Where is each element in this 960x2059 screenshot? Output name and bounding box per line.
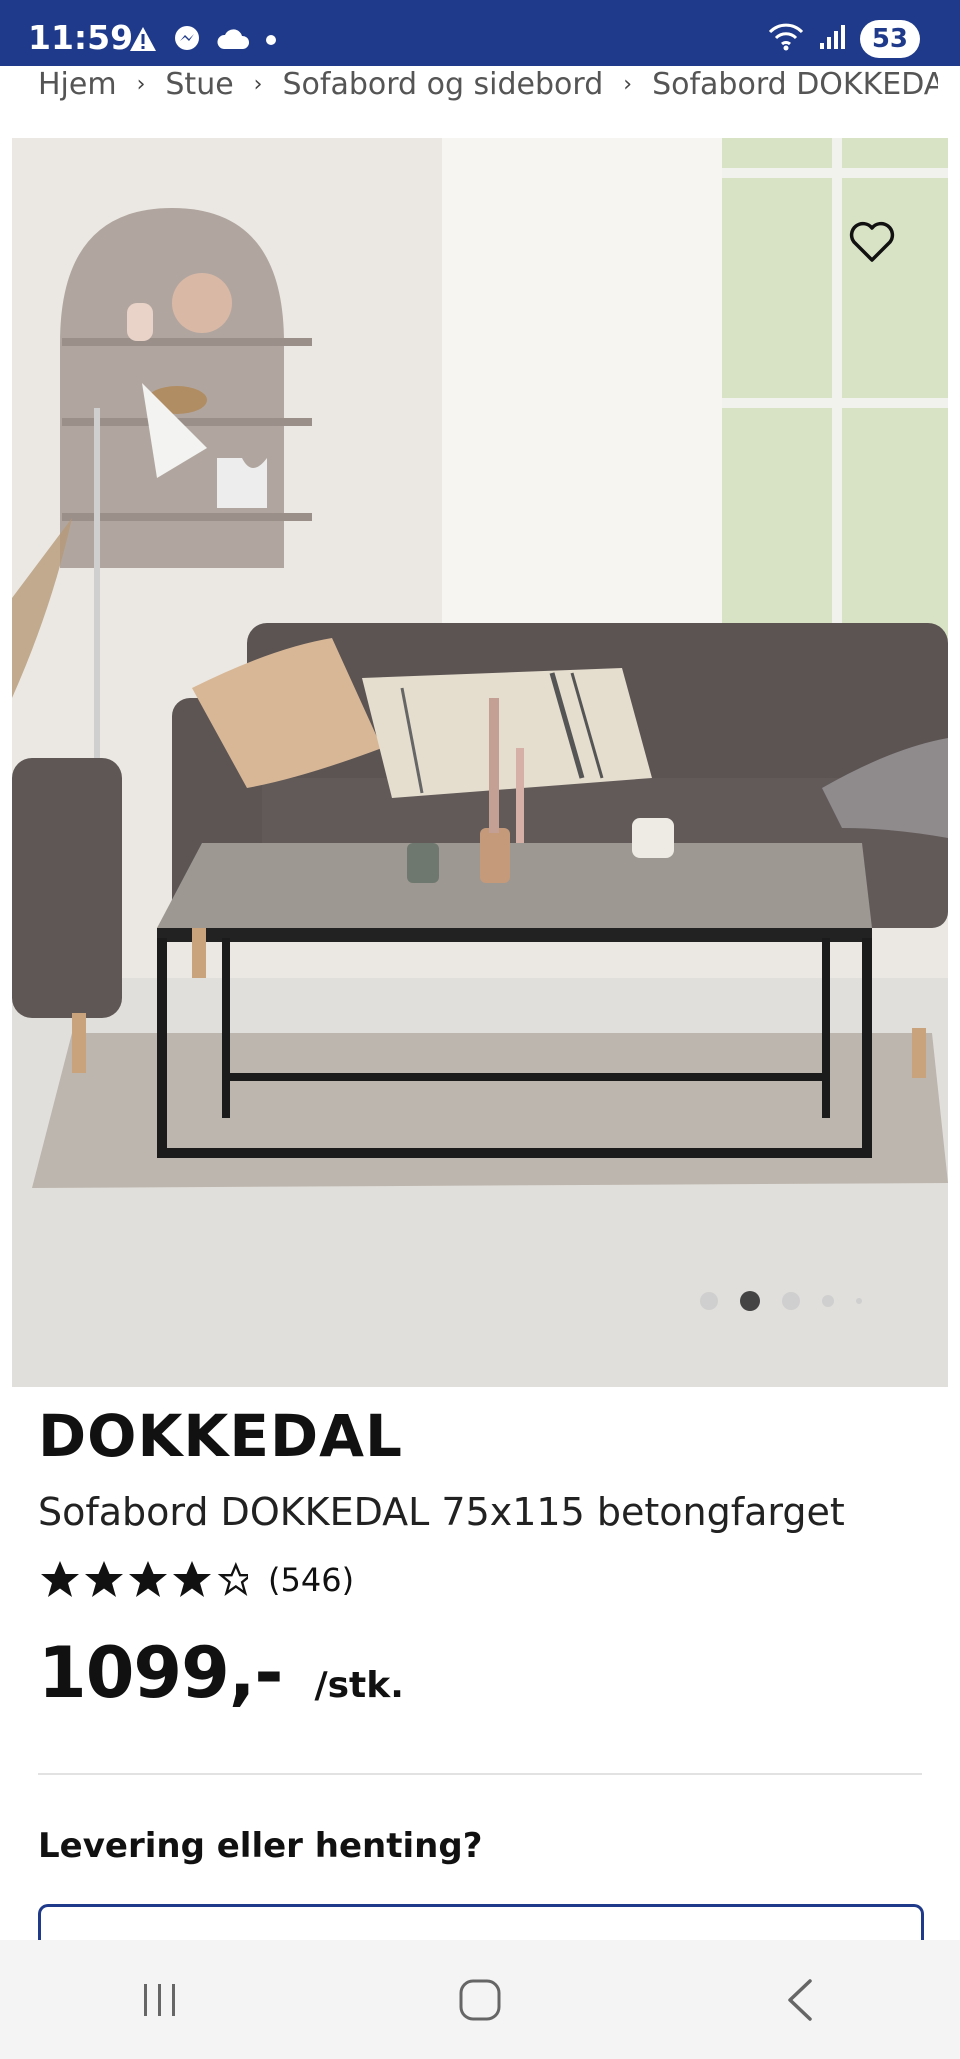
battery-indicator: 53 [859, 20, 920, 58]
system-nav-bar [0, 1940, 960, 2059]
gallery-dot-active[interactable] [740, 1291, 760, 1311]
gallery-pagination [700, 1291, 862, 1311]
chevron-right-icon: › [623, 71, 633, 97]
delivery-heading: Levering eller henting? [38, 1826, 483, 1866]
breadcrumb-item-hjem[interactable]: Hjem [38, 67, 117, 102]
price-row: 1099,- /stk. [38, 1632, 404, 1714]
home-button[interactable] [420, 1960, 540, 2040]
signal-icon [818, 23, 848, 55]
breadcrumb-item-sofabord-og-sidebord[interactable]: Sofabord og sidebord [282, 67, 603, 102]
favorite-button[interactable] [844, 214, 900, 270]
chevron-right-icon: › [253, 71, 263, 97]
product-name: Sofabord DOKKEDAL 75x115 betongfarget [38, 1490, 845, 1534]
warning-icon [128, 25, 158, 57]
status-time: 11:59 [28, 18, 134, 57]
product-image-gallery[interactable] [12, 138, 948, 1387]
review-count[interactable]: (546) [268, 1561, 354, 1599]
breadcrumb-item-stue[interactable]: Stue [165, 67, 233, 102]
chevron-right-icon: › [136, 71, 146, 97]
gallery-dot[interactable] [822, 1295, 834, 1307]
recent-apps-button[interactable] [100, 1960, 220, 2040]
home-icon [459, 1979, 501, 2020]
heart-outline-icon [849, 221, 895, 262]
dot-icon [264, 32, 278, 51]
divider [38, 1773, 922, 1775]
gallery-dot[interactable] [782, 1292, 800, 1310]
gallery-dot[interactable] [700, 1292, 718, 1310]
recent-apps-icon [144, 1983, 175, 2016]
product-photo [12, 138, 948, 1387]
star-rating-icon [41, 1561, 248, 1597]
rating[interactable]: (546) [38, 1558, 354, 1602]
gallery-dot[interactable] [856, 1298, 862, 1304]
price: 1099,- [38, 1632, 283, 1714]
breadcrumb: Hjem › Stue › Sofabord og sidebord › Sof… [38, 64, 938, 104]
back-button[interactable] [740, 1960, 860, 2040]
wifi-icon [766, 22, 806, 56]
product-brand: DOKKEDAL [38, 1402, 403, 1470]
messenger-icon [172, 24, 202, 58]
status-bar: 11:59 53 [0, 0, 960, 66]
breadcrumb-item-current[interactable]: Sofabord DOKKEDAL [652, 67, 938, 102]
back-icon [788, 1978, 812, 2021]
cloud-icon [216, 27, 250, 55]
price-unit: /stk. [314, 1665, 404, 1706]
